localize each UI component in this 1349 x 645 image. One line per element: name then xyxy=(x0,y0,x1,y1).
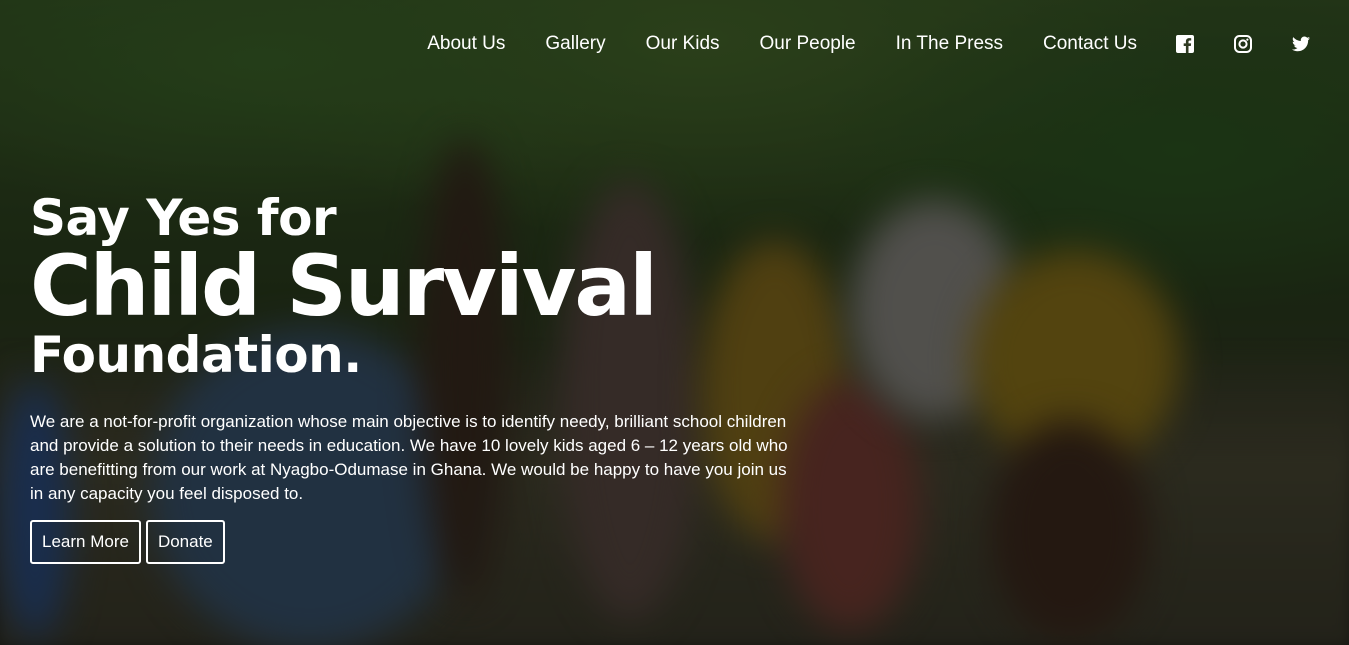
hero-buttons: Learn More Donate xyxy=(30,520,810,564)
nav-link-contact-us[interactable]: Contact Us xyxy=(1043,30,1137,58)
nav-link-in-the-press[interactable]: In The Press xyxy=(896,30,1003,58)
nav-link-our-kids[interactable]: Our Kids xyxy=(646,30,720,58)
main-nav: About Us Gallery Our Kids Our People In … xyxy=(387,30,1311,58)
nav-link-gallery[interactable]: Gallery xyxy=(545,30,605,58)
twitter-icon[interactable] xyxy=(1291,34,1311,54)
hero-section: About Us Gallery Our Kids Our People In … xyxy=(0,0,1349,645)
donate-button[interactable]: Donate xyxy=(145,520,225,564)
facebook-icon[interactable] xyxy=(1175,34,1195,54)
hero-title-main: Child Survival xyxy=(30,237,658,335)
instagram-icon[interactable] xyxy=(1233,34,1253,54)
nav-link-our-people[interactable]: Our People xyxy=(760,30,856,58)
hero-content: Say Yes for Child Survival Foundation. W… xyxy=(30,190,810,564)
learn-more-button[interactable]: Learn More xyxy=(30,520,141,564)
nav-link-about-us[interactable]: About Us xyxy=(427,30,505,58)
hero-description: We are a not-for-profit organization who… xyxy=(30,412,788,503)
